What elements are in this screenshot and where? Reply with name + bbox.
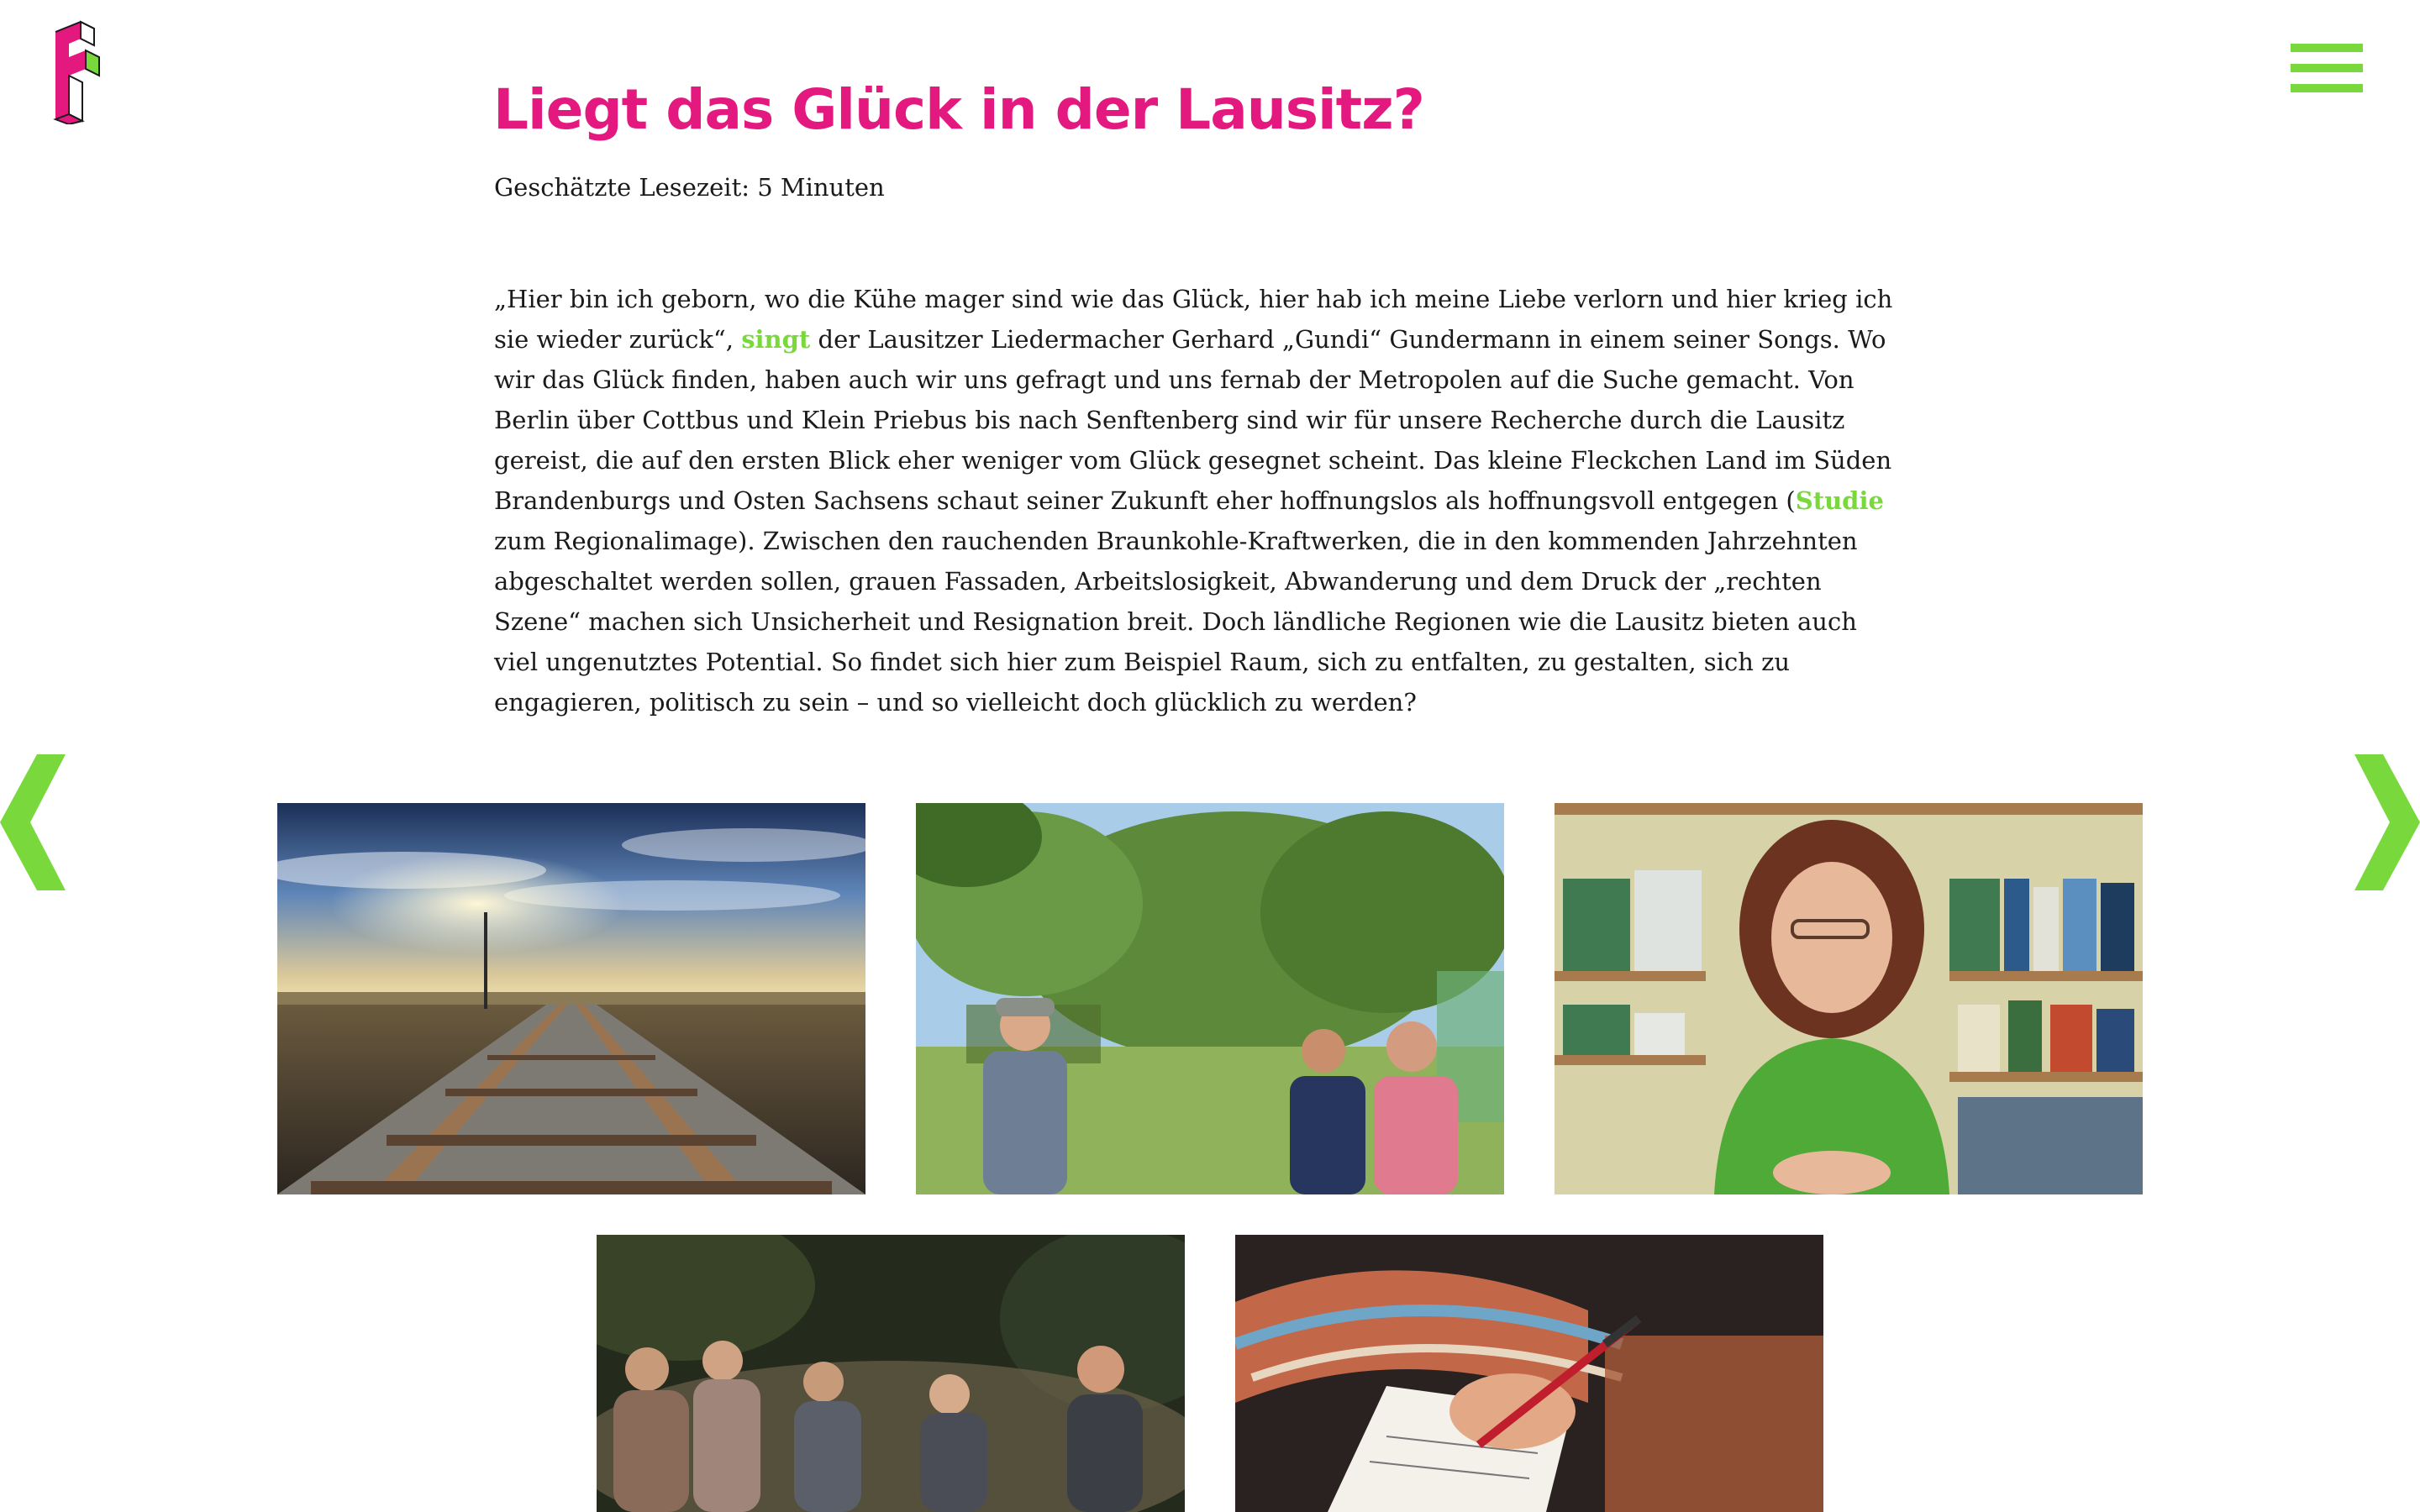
writing-hand-photo[interactable] [1235,1235,1823,1512]
garden-conversation-photo[interactable] [916,803,1504,1194]
menu-bar [2291,64,2363,72]
railway-tracks-photo[interactable] [277,803,865,1194]
chevron-right-icon [2354,754,2420,890]
group-yoga-photo[interactable] [597,1235,1185,1512]
woman-bookshelf-photo[interactable] [1555,803,2143,1194]
hamburger-menu-icon[interactable] [2291,44,2363,94]
chevron-left-icon [0,754,66,890]
singt-link[interactable]: singt [741,325,810,354]
reading-time: Geschätzte Lesezeit: 5 Minuten [494,173,885,202]
site-logo[interactable] [47,20,108,126]
page-title: Liegt das Glück in der Lausitz? [493,77,1425,142]
logo-icon [53,20,100,126]
paragraph-text: zum Regionalimage). Zwischen den rauchen… [494,527,1858,717]
menu-bar [2291,84,2363,92]
gallery-prev-button[interactable] [0,754,67,890]
menu-bar [2291,44,2363,52]
studie-link[interactable]: Studie [1796,486,1884,515]
article-paragraph: „Hier bin ich geborn, wo die Kühe mager … [494,279,1906,722]
gallery-next-button[interactable] [2353,754,2420,890]
